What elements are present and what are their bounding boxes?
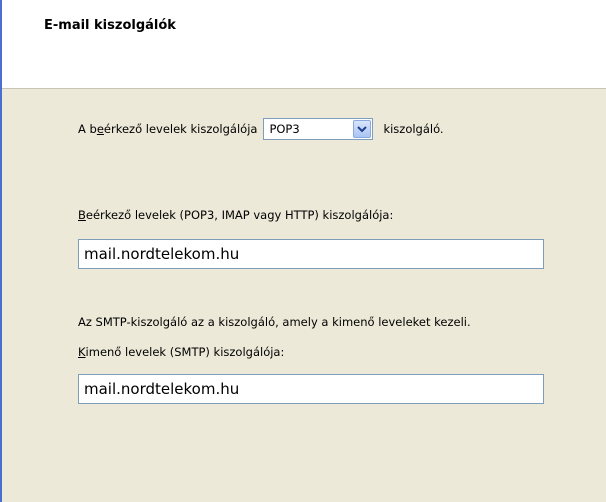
outgoing-server-label: Kimenő levelek (SMTP) kiszolgálója: xyxy=(78,345,285,359)
incoming-type-label: A beérkező levelek kiszolgálója xyxy=(78,122,258,136)
incoming-type-row: A beérkező levelek kiszolgálója POP3 kis… xyxy=(78,118,444,140)
incoming-type-select[interactable]: POP3 xyxy=(263,118,374,140)
incoming-type-value: POP3 xyxy=(269,122,300,136)
page-title: E-mail kiszolgálók xyxy=(44,18,176,33)
wizard-content: A beérkező levelek kiszolgálója POP3 kis… xyxy=(2,89,606,502)
incoming-type-suffix: kiszolgáló. xyxy=(383,122,444,136)
incoming-server-label: Beérkező levelek (POP3, IMAP vagy HTTP) … xyxy=(78,208,394,222)
dropdown-button[interactable] xyxy=(353,120,372,138)
smtp-description: Az SMTP-kiszolgáló az a kiszolgáló, amel… xyxy=(78,315,471,329)
outgoing-server-input[interactable]: mail.nordtelekom.hu xyxy=(78,374,544,404)
incoming-server-input[interactable]: mail.nordtelekom.hu xyxy=(78,239,544,269)
wizard-header: E-mail kiszolgálók xyxy=(2,0,606,89)
chevron-down-icon xyxy=(357,126,368,133)
